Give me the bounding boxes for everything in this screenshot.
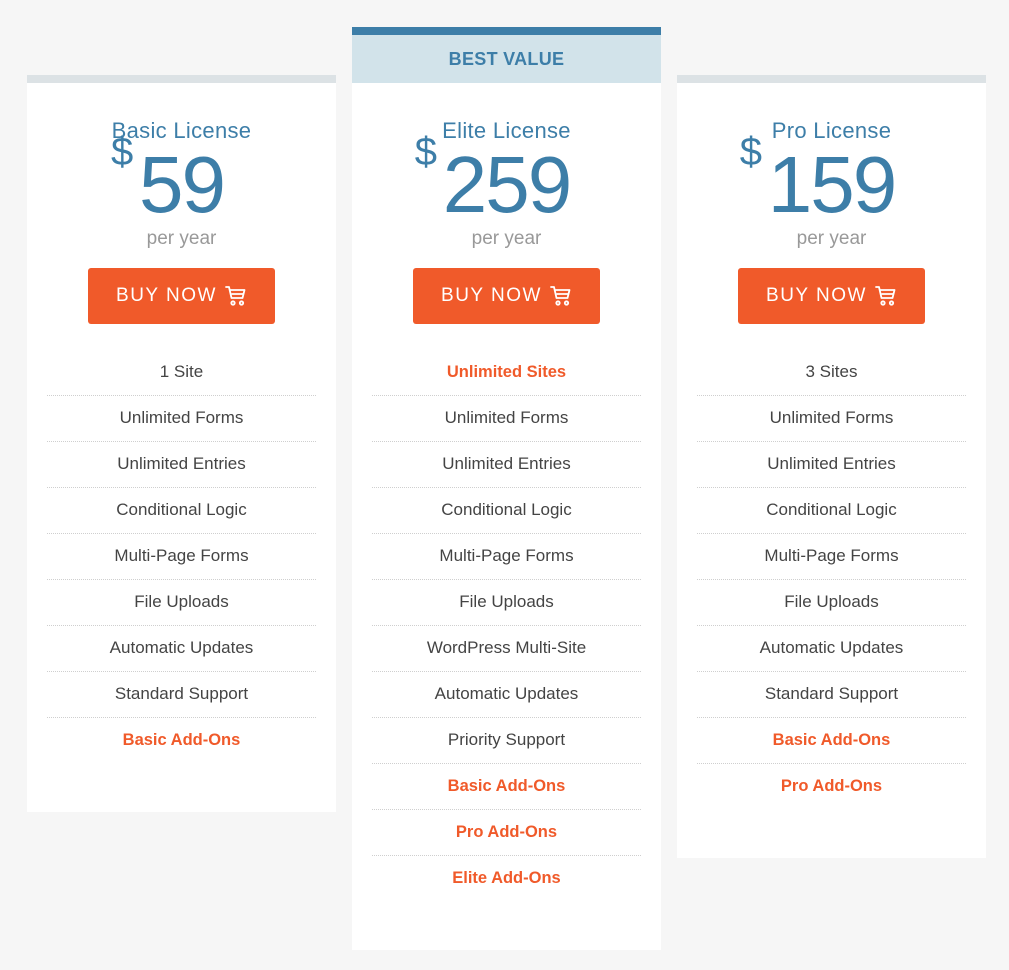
feature-list: 3 Sites Unlimited Forms Unlimited Entries C…	[697, 350, 966, 809]
feature-item: Elite Add-Ons	[452, 869, 561, 887]
price-amount: 259	[442, 140, 572, 229]
plan-price: $ 259	[352, 132, 661, 225]
currency-symbol: $	[414, 130, 437, 174]
price-amount: 159	[767, 140, 897, 229]
billing-period: per year	[796, 228, 867, 249]
billing-period: per year	[146, 228, 217, 249]
cart-icon	[550, 286, 571, 306]
billing-period: per year	[471, 228, 542, 249]
pricing-card-basic: Basic License $ 59 per year BUY NOW 1 Si…	[27, 75, 336, 812]
feature-item: File Uploads	[697, 580, 966, 626]
feature-item: Automatic Updates	[47, 626, 316, 672]
cart-icon	[225, 286, 246, 306]
buy-now-button-elite[interactable]: BUY NOW	[413, 268, 600, 324]
feature-item: File Uploads	[47, 580, 316, 626]
feature-item: Automatic Updates	[697, 626, 966, 672]
price-amount: 59	[139, 140, 226, 229]
feature-item: 3 Sites	[697, 350, 966, 396]
feature-item: Conditional Logic	[47, 488, 316, 534]
best-value-badge: BEST VALUE	[352, 35, 661, 83]
cart-icon	[875, 286, 896, 306]
feature-item: Unlimited Entries	[47, 442, 316, 488]
feature-item: Unlimited Entries	[372, 442, 641, 488]
feature-item: Unlimited Sites	[372, 350, 641, 396]
feature-item: Conditional Logic	[372, 488, 641, 534]
feature-list: Unlimited Sites Unlimited Forms Unlimited …	[372, 350, 641, 901]
feature-item: Unlimited Forms	[372, 396, 641, 442]
feature-item: Standard Support	[697, 672, 966, 718]
feature-item: Pro Add-Ons	[372, 810, 641, 856]
buy-now-label: BUY NOW	[116, 285, 217, 306]
feature-item: Automatic Updates	[372, 672, 641, 718]
card-top-bar	[677, 75, 986, 83]
feature-item: Pro Add-Ons	[780, 777, 883, 795]
currency-symbol: $	[111, 130, 134, 174]
feature-item: Priority Support	[372, 718, 641, 764]
feature-item: Multi-Page Forms	[697, 534, 966, 580]
feature-list: 1 Site Unlimited Forms Unlimited Entries Co…	[47, 350, 316, 763]
buy-now-label: BUY NOW	[766, 285, 867, 306]
pricing-card-elite: BEST VALUE Elite License $ 259 per year …	[352, 27, 661, 950]
feature-item: Unlimited Forms	[697, 396, 966, 442]
feature-item: Multi-Page Forms	[372, 534, 641, 580]
buy-now-button-pro[interactable]: BUY NOW	[738, 268, 925, 324]
pricing-card-pro: Pro License $ 159 per year BUY NOW 3 Sit…	[677, 75, 986, 858]
currency-symbol: $	[739, 130, 762, 174]
buy-now-button-basic[interactable]: BUY NOW	[88, 268, 275, 324]
feature-item: Unlimited Forms	[47, 396, 316, 442]
feature-item: 1 Site	[47, 350, 316, 396]
card-top-bar	[27, 75, 336, 83]
feature-item: Unlimited Entries	[697, 442, 966, 488]
buy-now-label: BUY NOW	[441, 285, 542, 306]
feature-item: Standard Support	[47, 672, 316, 718]
plan-price: $ 59	[27, 132, 336, 225]
feature-item: Basic Add-Ons	[372, 764, 641, 810]
feature-item: WordPress Multi-Site	[372, 626, 641, 672]
feature-item: Basic Add-Ons	[122, 731, 241, 749]
plan-price: $ 159	[677, 132, 986, 225]
feature-item: Conditional Logic	[697, 488, 966, 534]
feature-item: File Uploads	[372, 580, 641, 626]
feature-item: Basic Add-Ons	[697, 718, 966, 764]
feature-item: Multi-Page Forms	[47, 534, 316, 580]
card-top-bar	[352, 27, 661, 35]
